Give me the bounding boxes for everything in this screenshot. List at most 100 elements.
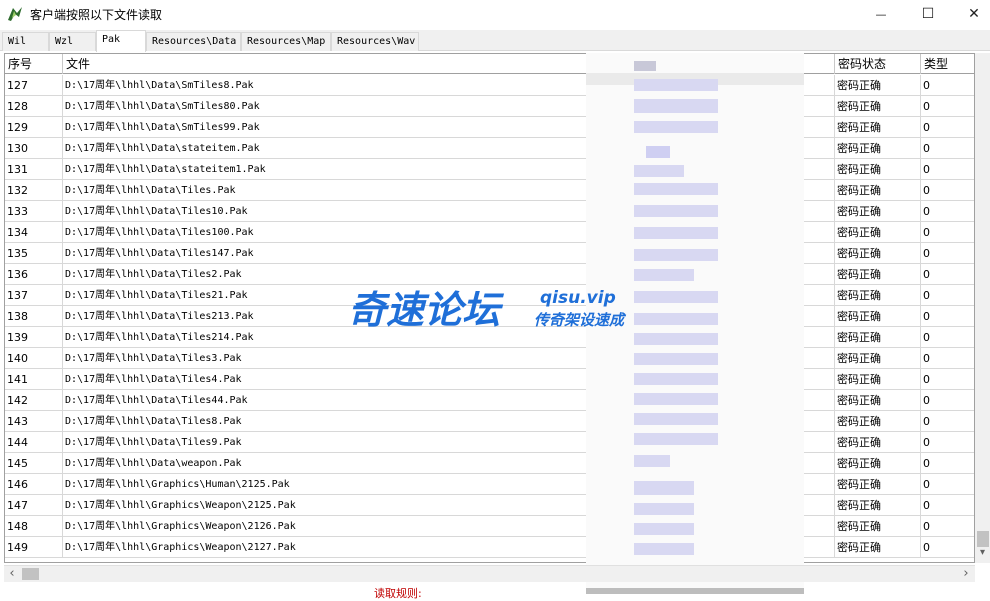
cell-index: 143 — [5, 411, 63, 432]
cell-index: 147 — [5, 495, 63, 516]
cell-password-status: 密码正确 — [835, 138, 921, 159]
header-password-status[interactable]: 密码状态 — [835, 54, 921, 74]
cell-type: 0 — [921, 285, 974, 306]
cell-index: 144 — [5, 432, 63, 453]
read-rules-label: 读取规则: — [374, 587, 422, 600]
cell-type: 0 — [921, 495, 974, 516]
cell-password-status: 密码正确 — [835, 75, 921, 96]
table-row[interactable]: 149 D:\17周年\lhhl\Graphics\Weapon\2127.Pak… — [5, 537, 974, 558]
tab-wzl[interactable]: Wzl — [49, 32, 96, 51]
cell-type: 0 — [921, 96, 974, 117]
close-icon: ✕ — [968, 6, 980, 22]
cell-index: 138 — [5, 306, 63, 327]
cell-index: 145 — [5, 453, 63, 474]
cell-password-status: 密码正确 — [835, 474, 921, 495]
cell-password-status: 密码正确 — [835, 243, 921, 264]
header-index[interactable]: 序号 — [5, 54, 63, 74]
cell-password-status: 密码正确 — [835, 453, 921, 474]
cell-type: 0 — [921, 369, 974, 390]
table-row[interactable]: 145 D:\17周年\lhhl\Data\weapon.Pak 密码正确 0 — [5, 453, 974, 474]
cell-index: 134 — [5, 222, 63, 243]
cell-password-status: 密码正确 — [835, 516, 921, 537]
cell-type: 0 — [921, 159, 974, 180]
cell-type: 0 — [921, 75, 974, 96]
close-button[interactable]: ✕ — [951, 0, 990, 28]
cell-type: 0 — [921, 201, 974, 222]
cell-index: 142 — [5, 390, 63, 411]
cell-password-status: 密码正确 — [835, 327, 921, 348]
cell-index: 135 — [5, 243, 63, 264]
cell-type: 0 — [921, 411, 974, 432]
maximize-button[interactable]: ☐ — [905, 0, 951, 28]
tab-pak[interactable]: Pak — [96, 30, 146, 52]
cell-index: 136 — [5, 264, 63, 285]
cell-index: 132 — [5, 180, 63, 201]
cell-password-status: 密码正确 — [835, 411, 921, 432]
cell-type: 0 — [921, 432, 974, 453]
cell-index: 146 — [5, 474, 63, 495]
vertical-scrollbar[interactable]: ▾ — [975, 53, 990, 563]
cell-password-status: 密码正确 — [835, 180, 921, 201]
cell-password-status: 密码正确 — [835, 390, 921, 411]
cell-type: 0 — [921, 537, 974, 558]
scroll-right-icon[interactable]: › — [959, 566, 973, 582]
horizontal-scroll-thumb[interactable] — [22, 568, 39, 580]
table-row[interactable]: 128 D:\17周年\lhhl\Data\SmTiles80.Pak 密码正确 0 — [5, 96, 974, 117]
horizontal-scrollbar[interactable]: ‹ › — [4, 565, 975, 582]
table-row[interactable]: 147 D:\17周年\lhhl\Graphics\Weapon\2125.Pak… — [5, 495, 974, 516]
table-row[interactable]: 131 D:\17周年\lhhl\Data\stateitem1.Pak 密码正确 0 — [5, 159, 974, 180]
table-row[interactable]: 144 D:\17周年\lhhl\Data\Tiles9.Pak 密码正确 0 — [5, 432, 974, 453]
table-row[interactable]: 135 D:\17周年\lhhl\Data\Tiles147.Pak 密码正确 0 — [5, 243, 974, 264]
cell-password-status: 密码正确 — [835, 201, 921, 222]
cell-index: 140 — [5, 348, 63, 369]
minimize-button[interactable]: — — [858, 0, 904, 28]
table-row[interactable]: 130 D:\17周年\lhhl\Data\stateitem.Pak 密码正确 0 — [5, 138, 974, 159]
table-row[interactable]: 148 D:\17周年\lhhl\Graphics\Weapon\2126.Pak… — [5, 516, 974, 537]
table-row[interactable]: 146 D:\17周年\lhhl\Graphics\Human\2125.Pak 密… — [5, 474, 974, 495]
cell-password-status: 密码正确 — [835, 96, 921, 117]
cell-index: 133 — [5, 201, 63, 222]
tab-resources-data[interactable]: Resources\Data — [146, 32, 241, 51]
cell-type: 0 — [921, 264, 974, 285]
cell-password-status: 密码正确 — [835, 117, 921, 138]
table-row[interactable]: 133 D:\17周年\lhhl\Data\Tiles10.Pak 密码正确 0 — [5, 201, 974, 222]
tab-resources-map[interactable]: Resources\Map — [241, 32, 331, 51]
table-row[interactable]: 143 D:\17周年\lhhl\Data\Tiles8.Pak 密码正确 0 — [5, 411, 974, 432]
table-row[interactable]: 127 D:\17周年\lhhl\Data\SmTiles8.Pak 密码正确 0 — [5, 75, 974, 96]
table-row[interactable]: 140 D:\17周年\lhhl\Data\Tiles3.Pak 密码正确 0 — [5, 348, 974, 369]
cell-index: 130 — [5, 138, 63, 159]
table-row[interactable]: 129 D:\17周年\lhhl\Data\SmTiles99.Pak 密码正确 0 — [5, 117, 974, 138]
cell-type: 0 — [921, 138, 974, 159]
header-type[interactable]: 类型 — [921, 54, 974, 74]
cell-index: 139 — [5, 327, 63, 348]
scroll-down-icon[interactable]: ▾ — [975, 547, 990, 563]
watermark-logo: 奇速论坛 qisu.vip 传奇架设速成 — [348, 288, 627, 332]
scroll-left-icon[interactable]: ‹ — [6, 566, 18, 582]
tab-strip: Wil Wzl Pak Resources\Data Resources\Map… — [0, 30, 990, 52]
title-bar: 客户端按照以下文件读取 — ☐ ✕ — [0, 0, 990, 30]
table-row[interactable]: 134 D:\17周年\lhhl\Data\Tiles100.Pak 密码正确 0 — [5, 222, 974, 243]
table-row[interactable]: 142 D:\17周年\lhhl\Data\Tiles44.Pak 密码正确 0 — [5, 390, 974, 411]
cell-type: 0 — [921, 453, 974, 474]
table-row[interactable]: 132 D:\17周年\lhhl\Data\Tiles.Pak 密码正确 0 — [5, 180, 974, 201]
cell-type: 0 — [921, 117, 974, 138]
maximize-icon: ☐ — [921, 6, 935, 22]
table-row[interactable]: 141 D:\17周年\lhhl\Data\Tiles4.Pak 密码正确 0 — [5, 369, 974, 390]
cell-password-status: 密码正确 — [835, 348, 921, 369]
tab-wil[interactable]: Wil — [2, 32, 49, 51]
vertical-scroll-thumb[interactable] — [977, 531, 989, 547]
cell-type: 0 — [921, 474, 974, 495]
cell-type: 0 — [921, 390, 974, 411]
cell-type: 0 — [921, 222, 974, 243]
table-row[interactable]: 136 D:\17周年\lhhl\Data\Tiles2.Pak 密码正确 0 — [5, 264, 974, 285]
cell-password-status: 密码正确 — [835, 159, 921, 180]
cell-password-status: 密码正确 — [835, 537, 921, 558]
cell-type: 0 — [921, 327, 974, 348]
cell-password-status: 密码正确 — [835, 264, 921, 285]
minimize-icon: — — [875, 7, 887, 21]
tab-resources-wav[interactable]: Resources\Wav — [331, 32, 419, 51]
cell-type: 0 — [921, 243, 974, 264]
cell-type: 0 — [921, 180, 974, 201]
cell-index: 141 — [5, 369, 63, 390]
watermark-domain: qisu.vip — [540, 288, 616, 308]
